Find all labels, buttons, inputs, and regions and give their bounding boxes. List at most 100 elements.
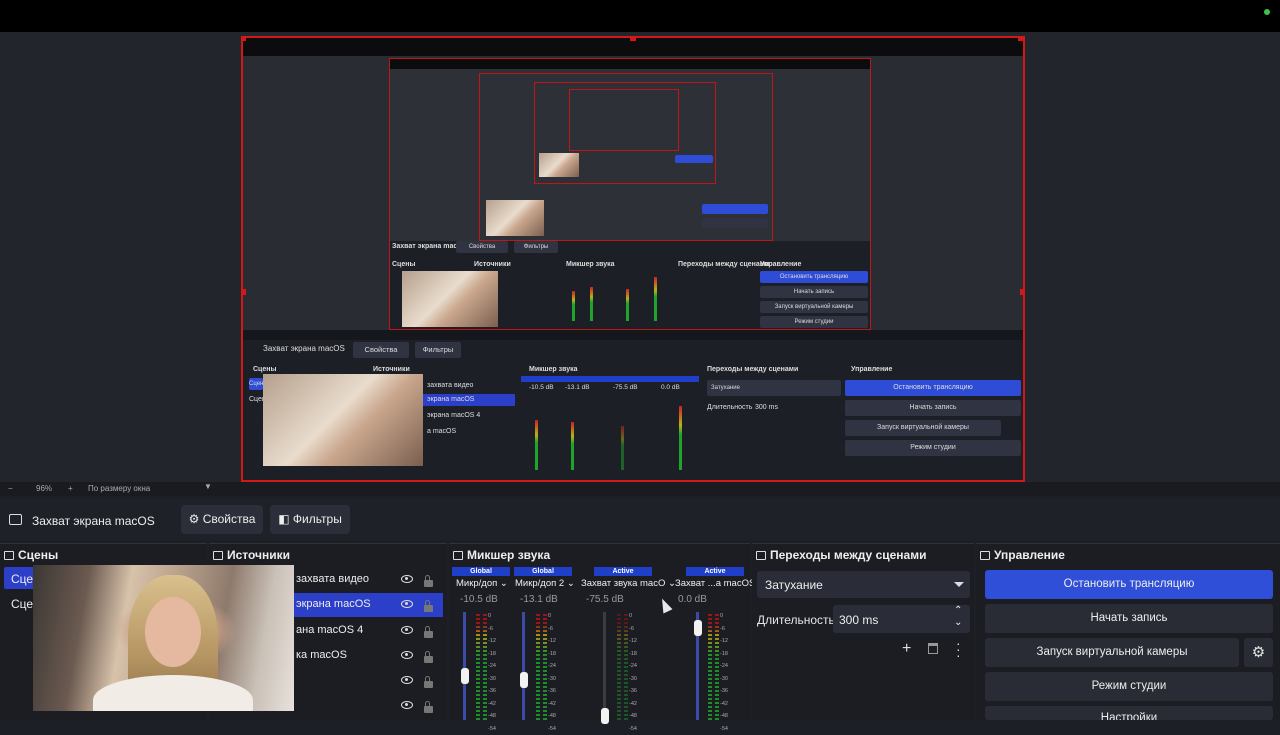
zoom-dropdown-icon[interactable]: ▼ <box>204 482 212 491</box>
db-scale-mark: -6 <box>488 623 496 636</box>
mixer-channel-label: Захват звука macO <box>581 578 665 589</box>
mixer-db-value: -75.5 dB <box>586 594 624 605</box>
nested-studio: Режим студии <box>760 316 868 328</box>
mixer-db-value: 0.0 dB <box>678 594 707 605</box>
properties-button[interactable]: ⚙ Свойства <box>181 505 263 534</box>
db-scale-mark: -54 <box>488 723 496 735</box>
db-scale-mark: -36 <box>548 685 556 698</box>
visibility-eye-icon[interactable] <box>401 676 413 684</box>
db-scale-mark: -18 <box>488 648 496 661</box>
chevron-down-icon <box>954 582 964 587</box>
db-scale-mark: -48 <box>720 710 728 723</box>
mixer-channel-name[interactable]: Захват звука macO ⌄ <box>581 578 676 589</box>
mixer-channel-label: Микр/доп 2 <box>515 578 564 589</box>
visibility-eye-icon[interactable] <box>401 575 413 583</box>
lock-icon[interactable] <box>424 706 433 713</box>
studio-mode-button[interactable]: Режим студии <box>985 672 1273 701</box>
canvas-db4: 0.0 dB <box>661 384 680 391</box>
preview-canvas[interactable]: Захват экрана macOS Свойства Фильтры Сце… <box>241 36 1025 482</box>
more-options-icon[interactable]: ··· <box>956 640 961 658</box>
vu-meter <box>543 612 547 720</box>
trash-icon[interactable] <box>928 643 938 654</box>
source-item-1[interactable]: захвата видео <box>296 573 369 585</box>
vu-meter <box>483 612 487 720</box>
db-scale-mark: -36 <box>720 685 728 698</box>
chevron-down-icon[interactable]: ⌄ <box>954 617 962 628</box>
zoom-in-button[interactable]: + <box>68 484 73 493</box>
volume-fader-knob[interactable] <box>601 708 609 724</box>
db-scale-mark: -6 <box>720 623 728 636</box>
gear-icon[interactable]: ⚙ <box>1244 638 1273 667</box>
chevron-up-icon[interactable]: ⌃ <box>954 605 962 616</box>
volume-fader-knob[interactable] <box>694 620 702 636</box>
start-record-button[interactable]: Начать запись <box>985 604 1273 633</box>
dock-icon <box>213 551 223 560</box>
db-scale-mark: -36 <box>488 685 496 698</box>
db-scale-mark: -42 <box>720 698 728 711</box>
source-visibility-icon[interactable] <box>9 514 22 525</box>
mixer-channel-name[interactable]: Микр/доп ⌄ <box>456 578 508 589</box>
vu-meter <box>708 612 712 720</box>
chevron-down-icon[interactable]: ⌄ <box>567 578 575 589</box>
mixer-channel-name[interactable]: Микр/доп 2 ⌄ <box>515 578 575 589</box>
gear-icon: ⚙ <box>189 512 200 526</box>
lock-icon[interactable] <box>424 681 433 688</box>
filters-button[interactable]: ◧ Фильтры <box>270 505 350 534</box>
lock-icon[interactable] <box>424 656 433 663</box>
canvas-virtual-cam: Запуск виртуальной камеры <box>845 420 1001 436</box>
db-scale-mark: -12 <box>488 635 496 648</box>
selected-source-name: Захват экрана macOS <box>32 514 155 528</box>
source-item-4[interactable]: ка macOS <box>296 649 347 661</box>
volume-fader-track[interactable] <box>603 612 606 720</box>
filters-label: Фильтры <box>293 512 342 526</box>
nested-preview-2 <box>479 73 773 241</box>
virtual-camera-button[interactable]: Запуск виртуальной камеры <box>985 638 1239 667</box>
duration-input[interactable]: 300 ms ⌃ ⌄ <box>833 605 970 633</box>
lock-icon[interactable] <box>424 605 433 612</box>
nested-preview-4 <box>569 89 679 151</box>
settings-button[interactable]: Настройки <box>985 706 1273 720</box>
zoom-bar: − 96% + По размеру окна ▼ <box>0 482 1280 496</box>
canvas-studio: Режим студии <box>845 440 1021 456</box>
db-scale-mark: 0 <box>720 610 728 623</box>
zoom-out-button[interactable]: − <box>8 484 13 493</box>
volume-fader-knob[interactable] <box>461 668 469 684</box>
volume-fader-track[interactable] <box>522 612 525 720</box>
source-item-3[interactable]: ана macOS 4 <box>296 624 363 636</box>
db-scale-mark: -30 <box>548 673 556 686</box>
visibility-eye-icon[interactable] <box>401 600 413 608</box>
canvas-mixer-title: Микшер звука <box>529 366 577 373</box>
db-scale-mark: -54 <box>720 723 728 735</box>
canvas-src-3: экрана macOS 4 <box>427 412 480 419</box>
db-scale-mark: 0 <box>629 610 637 623</box>
db-scale-mark: -12 <box>548 635 556 648</box>
visibility-eye-icon[interactable] <box>401 701 413 709</box>
lock-icon[interactable] <box>424 580 433 587</box>
zoom-value: 96% <box>36 484 52 493</box>
volume-fader-track[interactable] <box>463 612 466 720</box>
canvas-src-4: а macOS <box>427 428 456 435</box>
visibility-eye-icon[interactable] <box>401 626 413 634</box>
db-scale-mark: -48 <box>488 710 496 723</box>
duration-value: 300 ms <box>839 613 878 627</box>
canvas-duration-value: 300 ms <box>755 404 778 411</box>
zoom-fit-label[interactable]: По размеру окна <box>88 484 150 493</box>
nested-properties: Свойства <box>456 241 508 253</box>
stop-stream-button[interactable]: Остановить трансляцию <box>985 570 1273 599</box>
webcam-shirt <box>93 675 253 711</box>
canvas-db2: -13.1 dB <box>565 384 590 391</box>
vu-meter <box>617 612 621 720</box>
mixer-channel-tag: Active <box>594 567 652 576</box>
mixer-db-value: -10.5 dB <box>460 594 498 605</box>
source-item-2[interactable]: экрана macOS <box>296 598 371 610</box>
db-scale-mark: 0 <box>548 610 556 623</box>
lock-icon[interactable] <box>424 631 433 638</box>
chevron-down-icon[interactable]: ⌄ <box>500 578 508 589</box>
transition-select[interactable]: Затухание <box>757 571 970 598</box>
add-transition-icon[interactable]: + <box>902 640 911 658</box>
nested-controls-title: Управление <box>760 261 801 268</box>
volume-fader-knob[interactable] <box>520 672 528 688</box>
mixer-channel-name[interactable]: Захват ...а macOS <box>675 578 755 589</box>
filter-icon: ◧ <box>278 512 289 526</box>
visibility-eye-icon[interactable] <box>401 651 413 659</box>
